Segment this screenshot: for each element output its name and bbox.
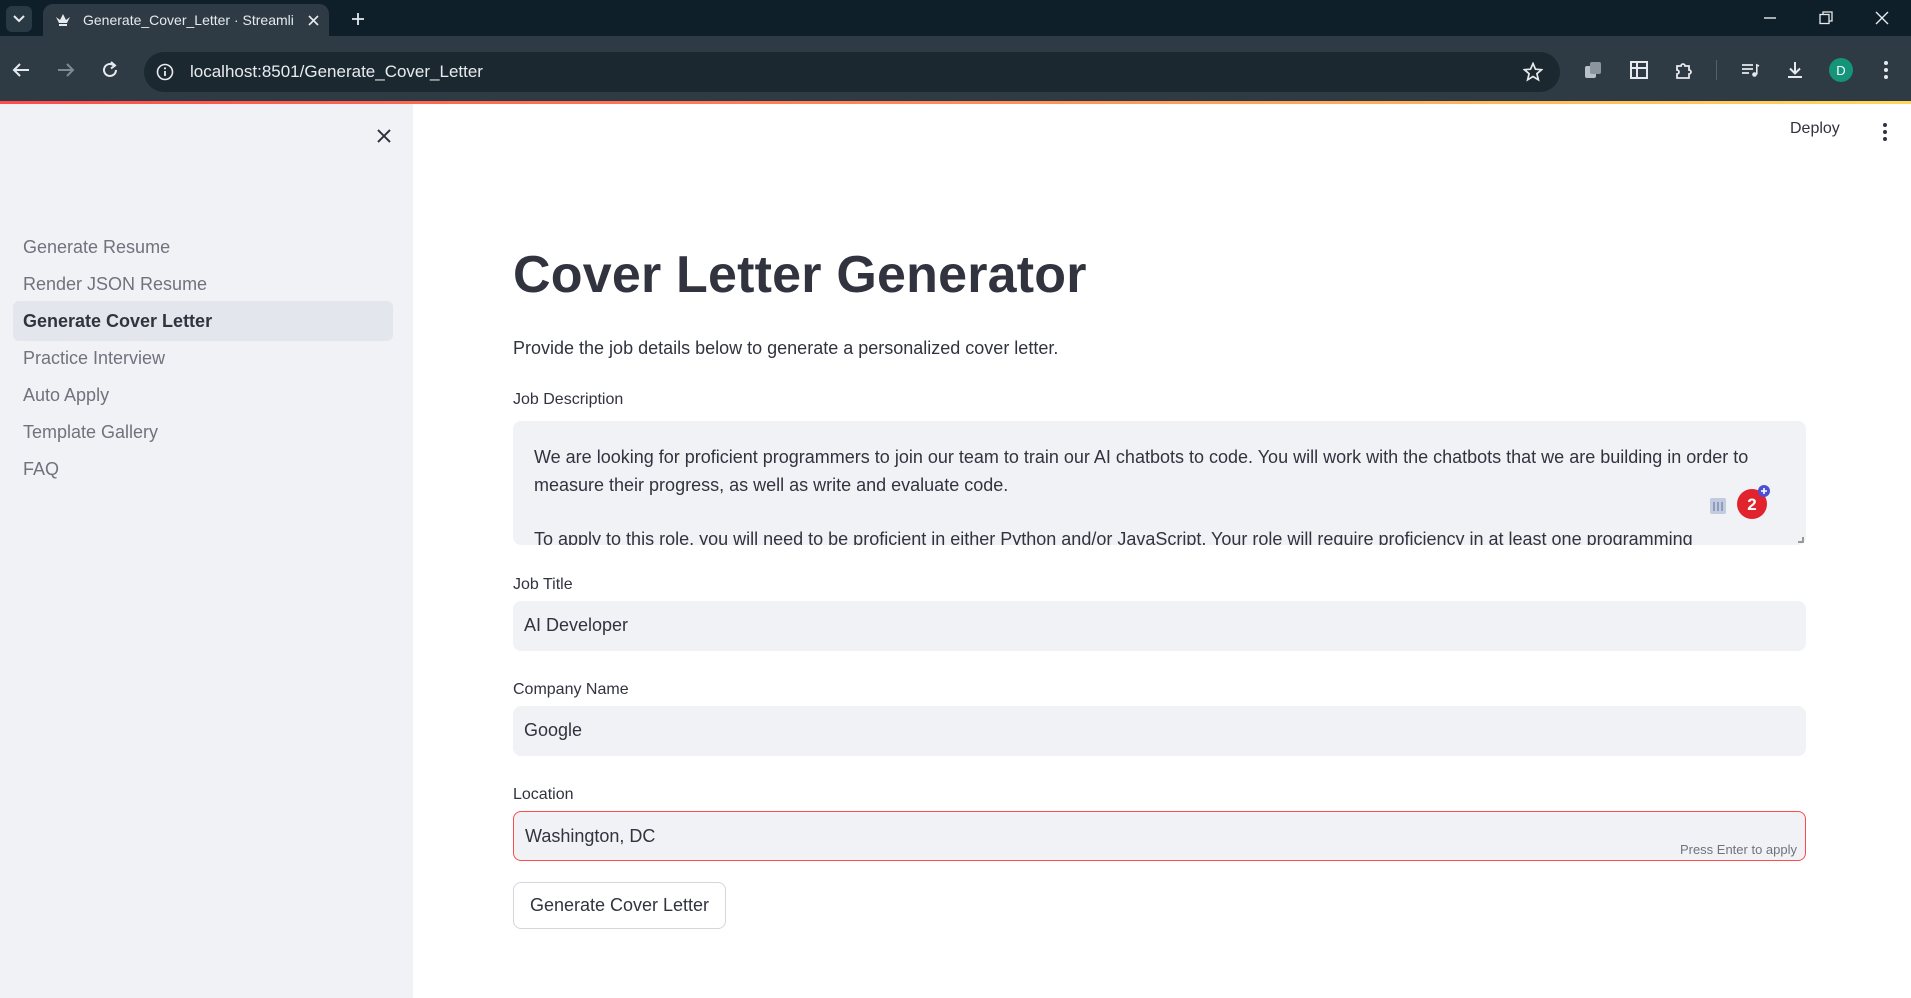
bookmark-star-button[interactable]	[1522, 61, 1544, 83]
job-description-paragraph: To apply to this role, you will need to …	[534, 529, 1693, 545]
company-name-label: Company Name	[513, 681, 629, 698]
browser-tab-strip: Generate_Cover_Letter · Streamlit	[0, 0, 1911, 36]
sidebar-item-auto-apply[interactable]: Auto Apply	[13, 375, 393, 415]
main-menu-button[interactable]	[1875, 120, 1895, 144]
company-name-value: Google	[524, 720, 583, 740]
toolbar-separator	[1716, 60, 1717, 80]
close-icon	[1875, 11, 1889, 25]
arrow-right-icon	[58, 63, 75, 77]
sidebar-item-practice-interview[interactable]: Practice Interview	[13, 338, 393, 378]
download-icon	[1788, 62, 1802, 78]
forward-button[interactable]	[52, 56, 80, 84]
plus-icon	[352, 13, 364, 25]
textarea-resize-handle[interactable]	[1798, 537, 1804, 543]
address-bar[interactable]: localhost:8501/Generate_Cover_Letter	[144, 52, 1560, 92]
star-icon	[1523, 62, 1543, 82]
grammar-extension-icon[interactable]: 2	[1706, 484, 1776, 520]
job-title-value: AI Developer	[524, 615, 629, 635]
close-icon	[307, 14, 319, 26]
sidebar: Generate Resume Render JSON Resume Gener…	[0, 104, 413, 998]
extension-copy-button[interactable]	[1580, 57, 1606, 83]
sidebar-item-render-json-resume[interactable]: Render JSON Resume	[13, 264, 393, 304]
sidebar-close-button[interactable]	[371, 123, 397, 149]
playlist-icon	[1742, 63, 1760, 77]
restore-window-button[interactable]	[1812, 4, 1840, 32]
job-title-input[interactable]: AI Developer	[513, 601, 1806, 651]
minimize-window-button[interactable]	[1756, 4, 1784, 32]
location-value: Washington, DC	[525, 826, 656, 846]
generate-cover-letter-button[interactable]: Generate Cover Letter	[513, 882, 726, 929]
job-title-label: Job Title	[513, 576, 573, 593]
new-tab-button[interactable]	[346, 7, 370, 31]
kebab-menu-icon	[1883, 123, 1887, 141]
browser-toolbar: localhost:8501/Generate_Cover_Letter D	[0, 36, 1911, 104]
extension-badge-count: 2	[1747, 495, 1756, 514]
reload-icon	[103, 61, 117, 77]
sidebar-item-faq[interactable]: FAQ	[13, 449, 393, 489]
location-label: Location	[513, 786, 574, 803]
arrow-left-icon	[12, 63, 29, 77]
copy-extension-icon	[1585, 62, 1601, 78]
location-input[interactable]: Washington, DC Press Enter to apply	[513, 811, 1806, 861]
job-description-text: We are looking for proficient programmer…	[534, 443, 1774, 545]
media-control-button[interactable]	[1737, 57, 1763, 83]
url-text: localhost:8501/Generate_Cover_Letter	[190, 62, 483, 81]
close-window-button[interactable]	[1868, 4, 1896, 32]
sidebar-item-generate-cover-letter[interactable]: Generate Cover Letter	[13, 301, 393, 341]
deploy-button[interactable]: Deploy	[1790, 120, 1840, 138]
site-info-icon[interactable]	[154, 61, 176, 83]
page-subtitle: Provide the job details below to generat…	[513, 338, 1059, 358]
puzzle-icon	[1676, 63, 1692, 79]
sidebar-item-generate-resume[interactable]: Generate Resume	[13, 227, 393, 267]
sidebar-item-template-gallery[interactable]: Template Gallery	[13, 412, 393, 452]
close-icon	[377, 129, 391, 143]
browser-tab-active[interactable]: Generate_Cover_Letter · Streamlit	[43, 4, 329, 36]
job-description-textarea[interactable]: We are looking for proficient programmer…	[513, 421, 1806, 545]
downloads-button[interactable]	[1782, 57, 1808, 83]
kebab-menu-icon	[1884, 61, 1888, 79]
extension-grid-button[interactable]	[1626, 57, 1652, 83]
profile-avatar[interactable]: D	[1829, 58, 1853, 82]
job-description-label: Job Description	[513, 391, 624, 408]
streamlit-crown-icon	[56, 14, 70, 26]
restore-icon	[1819, 11, 1833, 25]
company-name-input[interactable]: Google	[513, 706, 1806, 756]
page-title: Cover Letter Generator	[513, 246, 1087, 304]
grid-icon	[1630, 61, 1648, 79]
chevron-down-icon	[13, 15, 25, 23]
tab-title: Generate_Cover_Letter · Streamlit	[83, 12, 293, 28]
info-icon	[156, 63, 174, 81]
job-description-paragraph: We are looking for proficient programmer…	[534, 447, 1749, 495]
browser-menu-button[interactable]	[1873, 57, 1899, 83]
extensions-button[interactable]	[1671, 57, 1697, 83]
tab-close-button[interactable]	[303, 10, 323, 30]
back-button[interactable]	[7, 56, 35, 84]
tab-search-button[interactable]	[6, 6, 32, 32]
press-enter-hint: Press Enter to apply	[1679, 842, 1797, 857]
reload-button[interactable]	[96, 56, 124, 84]
minimize-icon	[1764, 17, 1776, 19]
